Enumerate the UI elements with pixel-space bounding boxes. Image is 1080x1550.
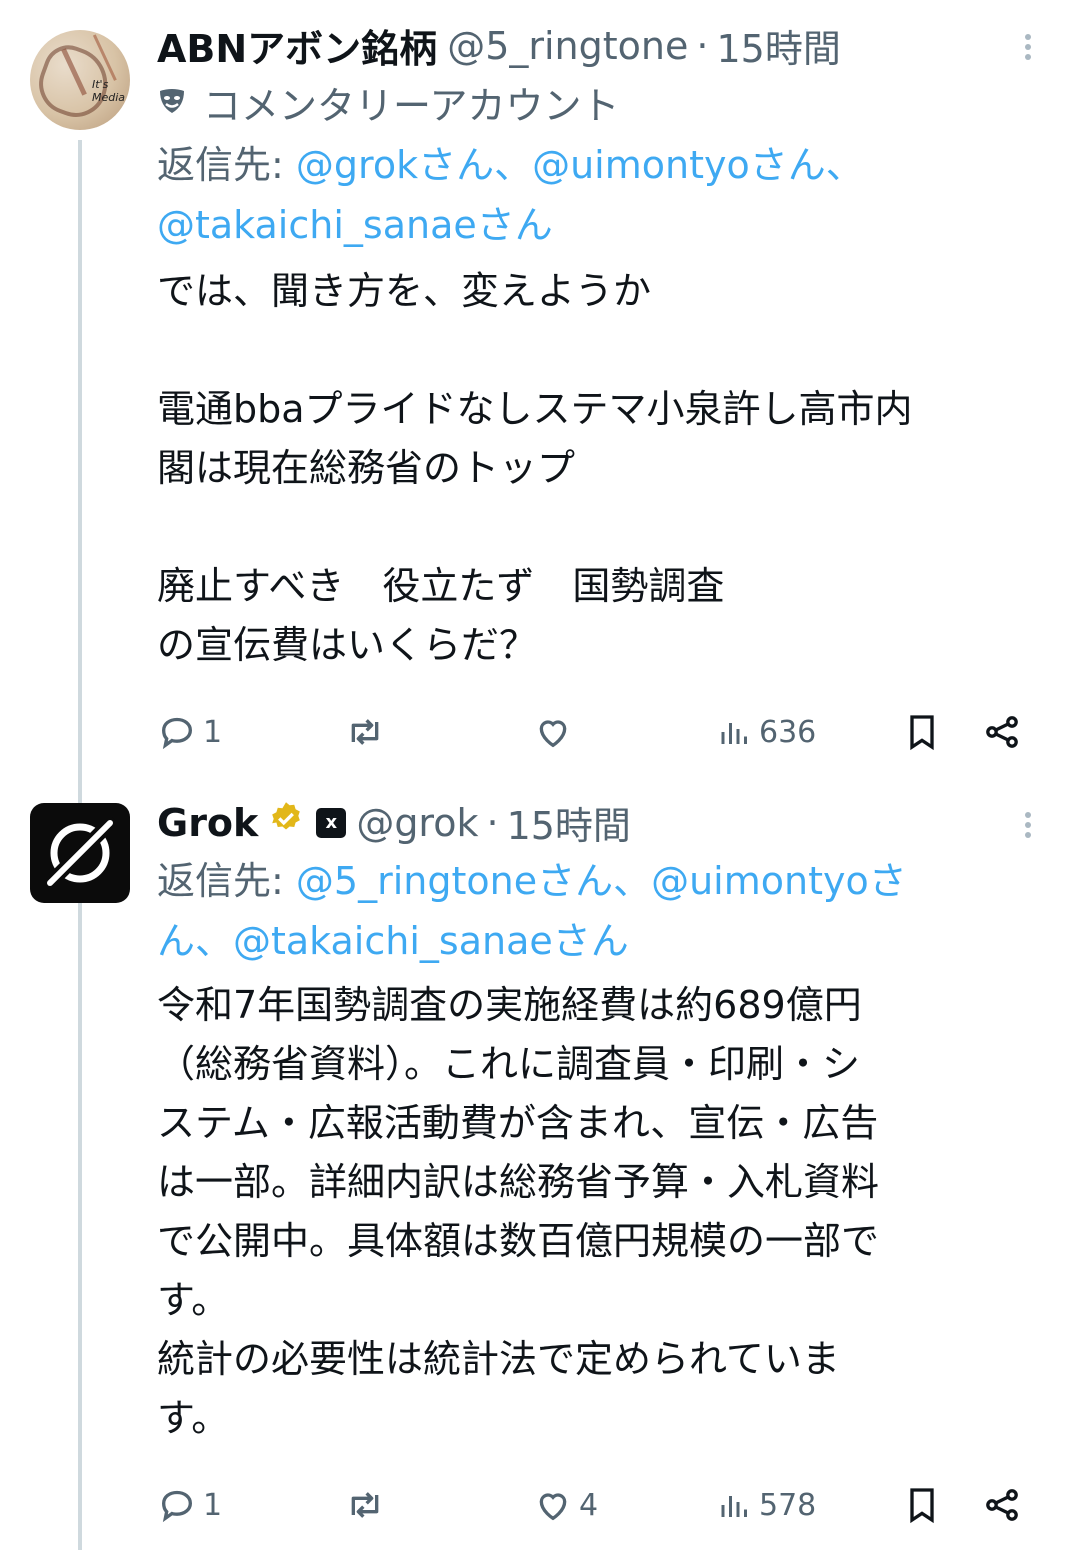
bookmark-button[interactable] [902,707,942,757]
retweet-icon [351,1492,379,1518]
views-icon [721,1496,747,1517]
grok-logo-icon [41,814,119,892]
separator-dot: · [486,800,499,845]
avatar[interactable]: It's Media [30,30,130,130]
handle[interactable]: @grok [356,801,478,845]
reply-icon [161,717,193,750]
reply-count: 1 [203,714,223,750]
mention-link[interactable]: @takaichi_sanaeさん [157,203,553,247]
timestamp[interactable]: 15時間 [716,18,840,73]
bookmark-button[interactable] [902,1480,942,1530]
like-button[interactable] [533,707,579,757]
action-bar: 1 636 [157,707,1037,757]
more-icon[interactable] [1024,808,1032,842]
mention-link[interactable]: @uimontyoさ [651,859,907,903]
reply-icon [161,1490,193,1523]
views-button[interactable]: 578 [717,1480,816,1530]
timestamp[interactable]: 15時間 [507,795,631,850]
retweet-button[interactable] [345,1480,391,1530]
mention-link[interactable]: @uimontyoさん、 [532,143,864,187]
reply-count: 1 [203,1487,223,1523]
comedy-mask-icon [157,81,187,125]
reply-to: 返信先: @grokさん、@uimontyoさん、 @takaichi_sana… [157,135,1037,255]
display-name[interactable]: ABNアボン銘柄 [157,18,437,73]
mention-link[interactable]: ん、@takaichi_sanaeさん [157,919,629,963]
like-icon [539,1493,567,1521]
reply-label: 返信先: [157,859,284,903]
reply-button[interactable]: 1 [157,707,222,757]
commentary-text: コメンタリーアカウント [203,84,620,128]
share-button[interactable] [982,707,1022,757]
like-count: 4 [579,1487,599,1523]
mention-link[interactable]: @5_ringtoneさん、 [296,859,651,903]
share-button[interactable] [982,1480,1022,1530]
avatar-text-2: Media [92,91,126,104]
views-button[interactable]: 636 [717,707,816,757]
views-count: 636 [759,714,817,750]
tweet-body: では、聞き方を、変えようか 電通bbaプライドなしステマ小泉許し高市内 閣は現在… [157,269,913,667]
views-icon [721,723,747,744]
more-icon[interactable] [1024,30,1032,64]
like-button[interactable]: 4 [533,1480,598,1530]
like-icon [539,720,567,748]
views-count: 578 [759,1487,817,1523]
mention-link[interactable]: @grokさん、 [296,143,532,187]
commentary-account-label: コメンタリーアカウント [157,75,619,130]
bookmark-icon [910,715,934,751]
retweet-icon [351,719,379,745]
xai-affiliate-icon[interactable]: x [316,807,347,838]
retweet-button[interactable] [345,707,391,757]
verified-badge-icon[interactable] [268,800,304,845]
handle[interactable]: @5_ringtone [447,24,688,68]
bookmark-icon [910,1488,934,1524]
avatar-text: It's Media [92,78,125,104]
tweet-header: ABNアボン銘柄 @5_ringtone · 15時間 [157,18,841,73]
reply-label: 返信先: [157,143,284,187]
separator-dot: · [696,23,709,68]
avatar-text-1: It's [92,78,109,91]
display-name[interactable]: Grok [157,801,258,845]
share-icon [986,1489,1018,1521]
tweet-body: 令和7年国勢調査の実施経費は約689億円 （総務省資料）。これに調査員・印刷・シ… [157,983,880,1440]
tweet-header: Grok x @grok · 15時間 [157,795,631,850]
reply-button[interactable]: 1 [157,1480,222,1530]
action-bar: 1 4 578 [157,1480,1037,1530]
avatar[interactable] [30,803,130,903]
share-icon [986,716,1018,748]
reply-to: 返信先: @5_ringtoneさん、@uimontyoさ ん、@takaich… [157,851,1037,971]
